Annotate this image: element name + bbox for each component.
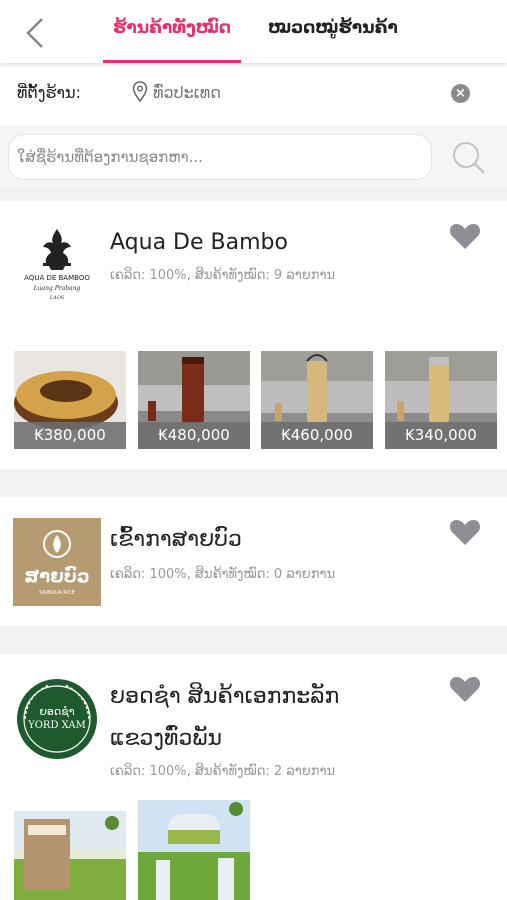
shop-logo: AQUA DE BAMBOO Luang Prabang LAOS: [24, 229, 90, 301]
product-price: ₭380,000: [14, 422, 126, 449]
favorite-heart-icon[interactable]: [449, 675, 481, 703]
shop-search-input[interactable]: [8, 134, 432, 180]
product-price: ₭480,000: [138, 422, 250, 449]
logo-city-text: Luang Prabang: [33, 285, 81, 292]
top-bar: ຮ້ານຄ້າທັງໝົດ ໝວດໝູ່ຮ້ານຄ້າ: [0, 0, 507, 63]
shop-logo: ສາຍບົວ SAIBOUA RICE: [13, 518, 101, 606]
product-thumbnail[interactable]: ₭340,000: [385, 351, 497, 449]
shop-name-line-2[interactable]: ແຂວງທົ່ວພັນ: [110, 718, 222, 760]
location-pin-icon: [132, 81, 148, 103]
shop-meta: ເຄລິດ: 100%, ສິນຄ້າທັງໝົດ: 0 ລາຍການ: [110, 567, 336, 582]
product-thumbnail[interactable]: ₭460,000: [261, 351, 373, 449]
shop-name[interactable]: Aqua De Bambo: [110, 222, 288, 264]
shop-card[interactable]: ສາຍບົວ SAIBOUA RICE ເຂົ້າກາສາຍບົວ ເຄລິດ:…: [0, 497, 507, 626]
product-price: ₭460,000: [261, 422, 373, 449]
logo-brand-text: AQUA DE BAMBOO: [24, 274, 90, 282]
location-filter-row: ທີ່ຕັ້ງຮ້ານ: ທົ່ວປະເທດ ×: [0, 63, 507, 125]
shop-meta: ເຄລິດ: 100%, ສິນຄ້າທັງໝົດ: 9 ລາຍການ: [110, 268, 336, 283]
search-icon[interactable]: [450, 140, 488, 176]
shop-name-line-1[interactable]: ຍອດຊໍາ ສິນຄ້າເອກກະລັກ: [110, 676, 339, 718]
favorite-heart-icon[interactable]: [449, 222, 481, 250]
active-tab-indicator: [103, 60, 241, 63]
product-thumbnail[interactable]: ₭480,000: [138, 351, 250, 449]
product-thumbnail[interactable]: ₭380,000: [14, 351, 126, 449]
search-row: [0, 125, 507, 189]
shop-meta: ເຄລິດ: 100%, ສິນຄ້າທັງໝົດ: 2 ລາຍການ: [110, 764, 336, 779]
tab-all-shops[interactable]: ຮ້ານຄ້າທັງໝົດ: [113, 18, 231, 38]
product-price: ₭340,000: [385, 422, 497, 449]
logo-sub-text: YORD XAM: [27, 720, 86, 731]
location-label: ທີ່ຕັ້ງຮ້ານ:: [17, 83, 81, 102]
bottled-drink-image: [138, 800, 250, 900]
product-thumbnail[interactable]: [138, 800, 250, 900]
shop-card[interactable]: AQUA DE BAMBOO Luang Prabang LAOS Aqua D…: [0, 201, 507, 469]
product-thumbnail[interactable]: [14, 811, 126, 900]
clear-location-icon[interactable]: ×: [451, 84, 470, 103]
tab-shop-categories[interactable]: ໝວດໝູ່ຮ້ານຄ້າ: [268, 18, 398, 38]
logo-sub-text: SAIBOUA RICE: [39, 590, 75, 596]
favorite-heart-icon[interactable]: [449, 518, 481, 546]
logo-brand-text: ສາຍບົວ: [24, 565, 89, 587]
shop-logo: ຍອດຊໍາ YORD XAM: [13, 675, 101, 763]
logo-brand-text: ຍອດຊໍາ: [39, 705, 74, 718]
logo-country-text: LAOS: [49, 295, 65, 301]
location-value[interactable]: ທົ່ວປະເທດ: [153, 83, 221, 102]
shop-name[interactable]: ເຂົ້າກາສາຍບົວ: [110, 519, 242, 561]
shop-card[interactable]: ຍອດຊໍາ YORD XAM ຍອດຊໍາ ສິນຄ້າເອກກະລັກ ແຂ…: [0, 654, 507, 900]
back-arrow-icon[interactable]: [22, 16, 48, 50]
rice-bag-image: [14, 811, 126, 900]
